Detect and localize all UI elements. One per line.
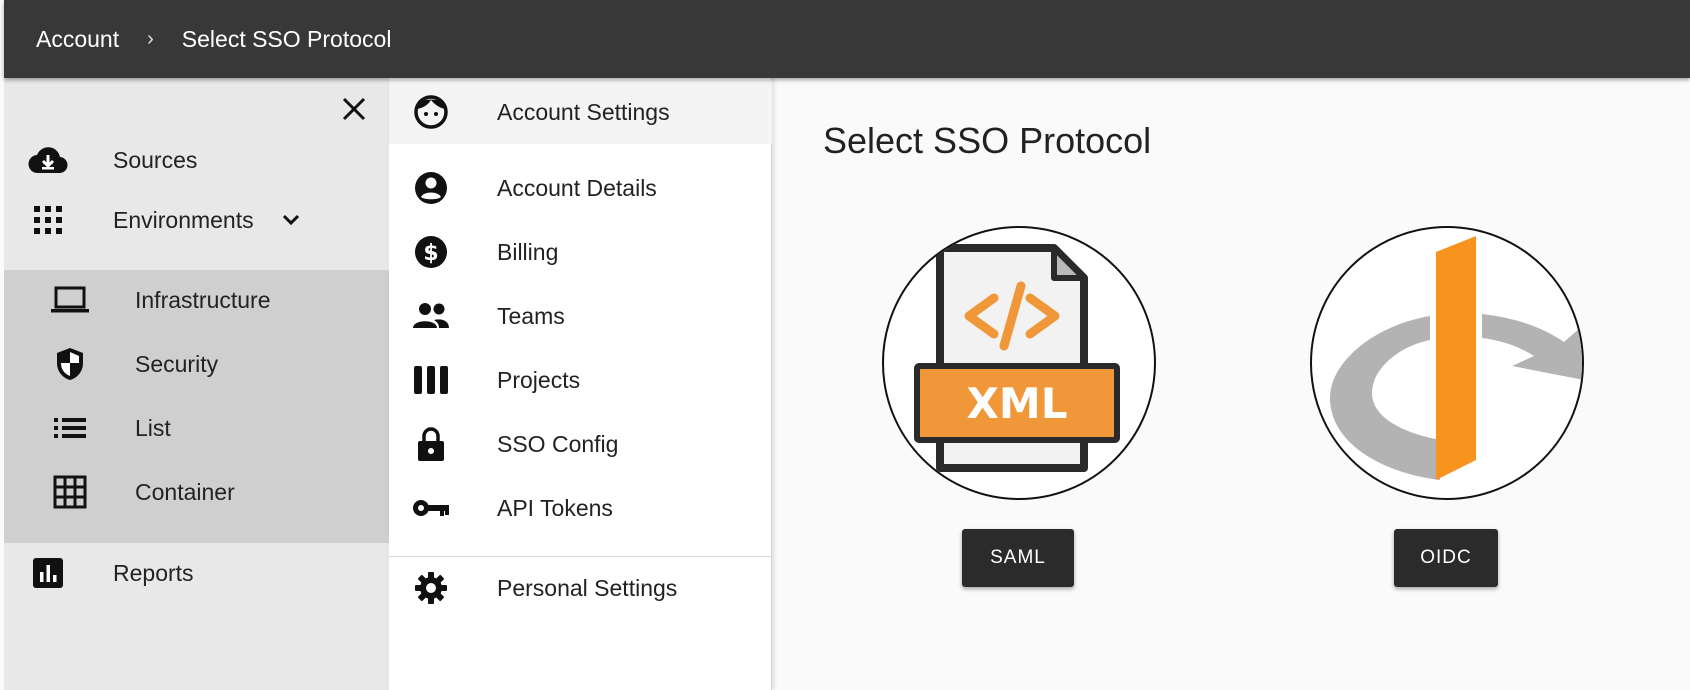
breadcrumb-separator: › xyxy=(147,27,154,50)
nav-subitem-infrastructure[interactable]: Infrastructure xyxy=(4,270,389,330)
xml-logo-text: XML xyxy=(967,379,1068,428)
breadcrumb-current: Select SSO Protocol xyxy=(181,25,392,52)
oidc-button[interactable]: OIDC xyxy=(1394,529,1498,587)
nav-item-reports[interactable]: Reports xyxy=(4,543,389,603)
breadcrumb-account-link[interactable]: Account xyxy=(36,26,119,53)
menu-item-teams[interactable]: Teams xyxy=(389,284,772,348)
grid-icon xyxy=(50,474,90,510)
svg-text:$: $ xyxy=(423,241,438,266)
nav-item-environments[interactable]: Environments xyxy=(4,190,389,250)
people-icon xyxy=(412,298,450,334)
account-circle-icon xyxy=(412,170,450,206)
breadcrumb: Account › Select SSO Protocol xyxy=(4,0,1690,78)
menu-item-label: SSO Config xyxy=(497,431,619,457)
lock-icon xyxy=(412,426,450,462)
nav-subitem-list[interactable]: List xyxy=(4,398,389,458)
nav-subitem-label: Security xyxy=(135,350,219,377)
nav-item-label: Environments xyxy=(113,206,254,233)
menu-item-label: API Tokens xyxy=(497,495,613,521)
menu-item-label: Account Details xyxy=(497,175,657,201)
account-settings-menu: Account Settings Account Details $ Billi… xyxy=(389,78,772,690)
menu-item-account-details[interactable]: Account Details xyxy=(389,156,772,220)
nav-item-label: Sources xyxy=(113,146,198,173)
key-icon xyxy=(412,490,450,526)
chevron-down-icon[interactable] xyxy=(281,212,301,228)
menu-item-projects[interactable]: Projects xyxy=(389,348,772,412)
face-icon xyxy=(412,94,450,130)
nav-subitem-security[interactable]: Security xyxy=(4,334,389,394)
menu-item-label: Account Settings xyxy=(497,99,670,125)
oidc-logo[interactable] xyxy=(1310,226,1584,500)
menu-item-personal-settings[interactable]: Personal Settings xyxy=(389,556,772,620)
laptop-icon xyxy=(50,282,90,318)
gear-icon xyxy=(412,570,450,606)
nav-item-label: Reports xyxy=(113,559,194,586)
bar-chart-icon xyxy=(28,555,68,591)
menu-item-label: Teams xyxy=(497,303,565,329)
main-content: Select SSO Protocol XML SAML OIDC xyxy=(773,78,1690,690)
saml-button[interactable]: SAML xyxy=(962,529,1074,587)
list-icon xyxy=(50,410,90,446)
saml-logo[interactable]: XML xyxy=(882,226,1156,500)
page-title: Select SSO Protocol xyxy=(823,120,1152,161)
menu-item-label: Personal Settings xyxy=(497,575,678,601)
shield-icon xyxy=(50,346,90,382)
menu-item-label: Billing xyxy=(497,239,559,265)
menu-item-billing[interactable]: $ Billing xyxy=(389,220,772,284)
environments-submenu: Infrastructure Security List Container xyxy=(4,270,389,543)
menu-item-api-tokens[interactable]: API Tokens xyxy=(389,476,772,540)
columns-icon xyxy=(412,362,450,398)
cloud-download-icon xyxy=(28,142,68,178)
nav-subitem-container[interactable]: Container xyxy=(4,462,389,522)
nav-item-sources[interactable]: Sources xyxy=(4,130,389,190)
navigation-drawer: Sources Environments Infrastructure Secu… xyxy=(4,78,389,690)
apps-grid-icon xyxy=(28,202,68,238)
dollar-icon: $ xyxy=(412,234,450,270)
menu-item-account-settings[interactable]: Account Settings xyxy=(389,80,772,144)
menu-item-sso-config[interactable]: SSO Config xyxy=(389,412,772,476)
nav-subitem-label: Container xyxy=(135,478,235,505)
nav-subitem-label: List xyxy=(135,414,171,441)
menu-item-label: Projects xyxy=(497,367,581,393)
nav-subitem-label: Infrastructure xyxy=(135,286,271,313)
close-icon[interactable] xyxy=(337,92,371,126)
